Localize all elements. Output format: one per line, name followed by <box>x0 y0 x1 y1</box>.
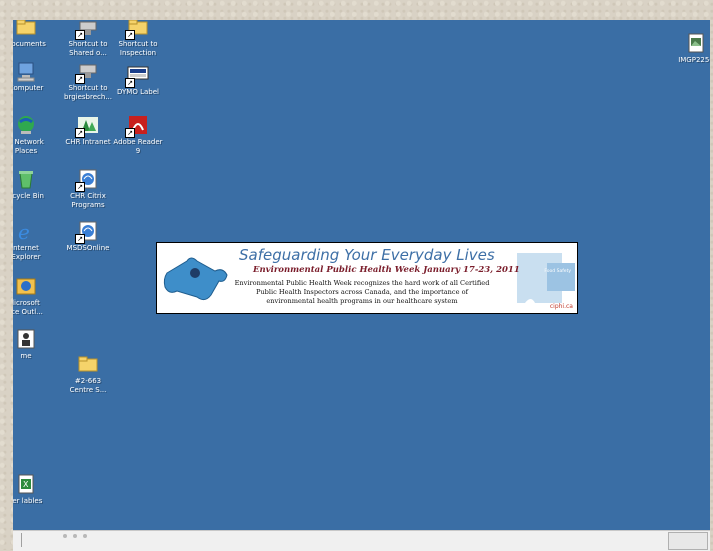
folder-icon <box>77 353 99 375</box>
icon-label: Computer <box>13 84 44 92</box>
taskbar-separator <box>21 533 22 547</box>
desktop-icon-chr-citrix[interactable]: ↗ CHR Citrix Programs <box>57 168 119 210</box>
desktop-icon-imgp2250[interactable]: IMGP2250 <box>665 32 710 65</box>
puzzle-caption: Food Safety <box>544 269 571 274</box>
computer-icon <box>15 60 37 82</box>
icon-label: me <box>20 352 32 360</box>
taskbar-grip <box>73 534 77 538</box>
banner-body-text: Environmental Public Health Week recogni… <box>234 279 490 305</box>
desktop-icon-msdsonline[interactable]: ↗ MSDSOnline <box>57 220 119 253</box>
desktop-icon-dymo-label[interactable]: ↗ DYMO Label <box>107 64 169 97</box>
desktop-icon-recycle-bin[interactable]: ecycle Bin <box>13 168 57 201</box>
shortcut-arrow-icon: ↗ <box>75 182 85 192</box>
desktop-icon-adobe-reader[interactable]: ↗ Adobe Reader 9 <box>107 114 169 156</box>
icon-label: nternet <box>13 244 39 252</box>
folder-icon <box>15 20 37 38</box>
shortcut-arrow-icon: ↗ <box>75 74 85 84</box>
icon-label: Adobe Reader <box>113 138 163 146</box>
intranet-trees-icon: ↗ <box>75 114 99 138</box>
icon-label: y Network <box>13 138 44 146</box>
banner-subtitle: Environmental Public Health Week January… <box>253 265 520 275</box>
folder-icon: ↗ <box>125 20 149 40</box>
icon-label: Inspection <box>119 49 157 57</box>
icon-label: 9 <box>135 147 141 155</box>
banner-title: Safeguarding Your Everyday Lives <box>239 246 495 264</box>
desktop-icon-centre-folder[interactable]: #2-663 Centre S... <box>57 353 119 395</box>
desktop-icon-documents[interactable]: Documents <box>13 20 57 49</box>
user-folder-icon <box>15 328 37 350</box>
desktop-icon-computer[interactable]: Computer <box>13 60 57 93</box>
network-drive-icon: ↗ <box>75 20 99 40</box>
shortcut-arrow-icon: ↗ <box>125 128 135 138</box>
desktop-icon-internet-explorer[interactable]: e nternet Explorer <box>13 220 57 262</box>
shortcut-arrow-icon: ↗ <box>75 234 85 244</box>
svg-text:e: e <box>18 220 30 242</box>
desktop-icon-lables[interactable]: X ter lables <box>13 473 57 506</box>
desktop-icon-network-places[interactable]: y Network Places <box>13 114 57 156</box>
puzzle-piece-logo-icon <box>163 257 228 301</box>
icon-label: licrosoft <box>13 299 40 307</box>
taskbar[interactable] <box>13 530 710 551</box>
internet-explorer-icon: e <box>15 220 37 244</box>
shortcut-arrow-icon: ↗ <box>75 128 85 138</box>
icon-label: MSDSOnline <box>66 244 110 252</box>
icon-label: Documents <box>13 40 46 48</box>
shortcut-arrow-icon: ↗ <box>125 78 135 88</box>
icon-label: IMGP2250 <box>678 56 710 64</box>
icon-label: CHR Citrix <box>70 192 106 200</box>
icon-label: Centre S... <box>69 386 107 394</box>
excel-file-icon: X <box>15 473 37 495</box>
network-globe-icon <box>15 114 37 136</box>
dymo-label-icon: ↗ <box>125 64 149 88</box>
citrix-app-icon: ↗ <box>75 168 99 192</box>
icon-label: ecycle Bin <box>13 192 44 200</box>
system-tray[interactable] <box>668 532 708 550</box>
taskbar-grip <box>83 534 87 538</box>
icon-label: Shortcut to <box>118 40 158 48</box>
environmental-health-week-banner: Safeguarding Your Everyday Lives Environ… <box>156 242 578 314</box>
image-file-icon <box>685 32 707 54</box>
icon-label: Explorer <box>13 253 41 261</box>
taskbar-grip <box>63 534 67 538</box>
svg-text:X: X <box>23 480 29 489</box>
icon-label: ice Outl... <box>13 308 43 316</box>
icon-label: Places <box>14 147 38 155</box>
shortcut-arrow-icon: ↗ <box>125 30 135 40</box>
icon-label: #2-663 <box>74 377 102 385</box>
citrix-app-icon: ↗ <box>75 220 99 244</box>
desktop-icon-outlook[interactable]: licrosoft ice Outl... <box>13 275 57 317</box>
icon-label: DYMO Label <box>117 88 159 96</box>
network-drive-icon: ↗ <box>75 60 99 84</box>
windows-desktop[interactable]: Documents Computer y Network Places ecyc… <box>13 20 710 530</box>
adobe-reader-icon: ↗ <box>125 114 149 138</box>
shortcut-arrow-icon: ↗ <box>75 30 85 40</box>
icon-label: ter lables <box>13 497 43 505</box>
desktop-icon-me[interactable]: me <box>13 328 57 361</box>
outlook-icon <box>15 275 37 297</box>
recycle-bin-icon <box>15 168 37 190</box>
banner-site-link: ciphi.ca <box>549 303 573 310</box>
desktop-icon-inspection-shortcut[interactable]: ↗ Shortcut to Inspection <box>107 20 169 58</box>
icon-label: Programs <box>71 201 105 209</box>
